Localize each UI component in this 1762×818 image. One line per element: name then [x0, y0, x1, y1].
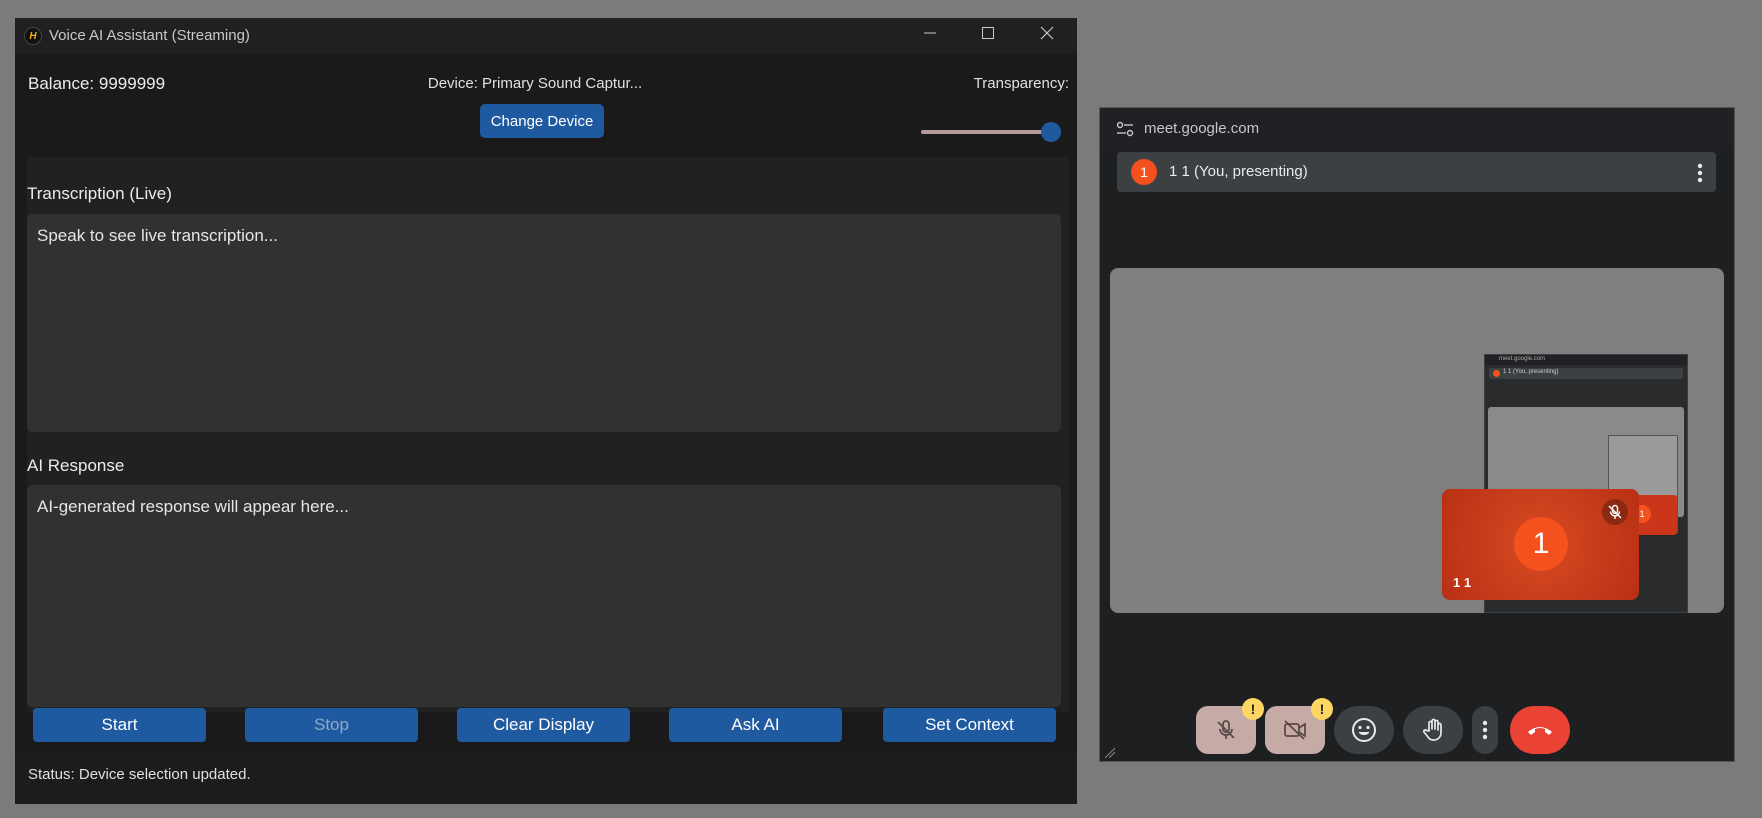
nested-presenting-bar: 1 1 (You, presenting)	[1489, 368, 1683, 379]
app-logo: H	[24, 27, 42, 45]
more-options-button[interactable]	[1472, 706, 1498, 754]
mic-warning-badge: !	[1242, 698, 1264, 720]
content-panel: Transcription (Live) Speak to see live t…	[27, 157, 1069, 712]
close-button[interactable]	[1018, 18, 1076, 54]
presenter-avatar: 1	[1131, 159, 1157, 185]
address-bar: meet.google.com	[1100, 108, 1734, 150]
transcription-textbox[interactable]: Speak to see live transcription...	[27, 214, 1061, 432]
status-bar: Status: Device selection updated.	[15, 752, 1077, 804]
end-call-icon	[1528, 727, 1552, 735]
raise-hand-button[interactable]	[1403, 706, 1463, 754]
self-video-tile[interactable]: 1 1 1	[1442, 489, 1639, 600]
ask-ai-button[interactable]: Ask AI	[669, 708, 842, 742]
mic-off-icon	[1217, 720, 1235, 739]
raise-hand-icon	[1423, 718, 1442, 741]
camera-warning-badge: !	[1311, 698, 1333, 720]
title-bar[interactable]: H Voice AI Assistant (Streaming)	[15, 18, 1077, 54]
close-icon	[1040, 26, 1054, 40]
voice-ai-window: H Voice AI Assistant (Streaming) Balance…	[15, 18, 1077, 804]
meet-toolbar: ! !	[1100, 698, 1734, 758]
maximize-button[interactable]	[959, 18, 1017, 54]
status-text: Status: Device selection updated.	[28, 766, 251, 783]
resize-grip-icon[interactable]	[1104, 747, 1116, 759]
window-title: Voice AI Assistant (Streaming)	[49, 27, 250, 44]
start-button[interactable]: Start	[33, 708, 206, 742]
mic-muted-indicator	[1602, 499, 1628, 525]
stop-button[interactable]: Stop	[245, 708, 418, 742]
transparency-label: Transparency:	[973, 75, 1069, 92]
device-label: Device: Primary Sound Captur...	[427, 75, 643, 92]
slider-track[interactable]	[921, 130, 1061, 134]
maximize-icon	[982, 27, 994, 39]
more-vert-icon	[1697, 163, 1703, 182]
minimize-icon	[924, 32, 936, 34]
more-vert-icon	[1482, 720, 1488, 740]
camera-button[interactable]: !	[1265, 698, 1333, 754]
minimize-button[interactable]	[901, 18, 959, 54]
nested-avatar	[1493, 370, 1500, 377]
end-call-button[interactable]	[1510, 706, 1570, 754]
transparency-slider[interactable]	[921, 122, 1061, 142]
clear-display-button[interactable]: Clear Display	[457, 708, 630, 742]
ai-response-heading: AI Response	[27, 456, 125, 475]
meet-url[interactable]: meet.google.com	[1144, 120, 1259, 137]
emoji-icon	[1352, 718, 1376, 742]
tune-icon[interactable]	[1116, 120, 1134, 138]
balance-label: Balance: 9999999	[28, 74, 166, 93]
presenting-bar: 1 1 1 (You, presenting)	[1117, 152, 1716, 192]
nested-url-text: meet.google.com	[1499, 356, 1546, 362]
self-avatar: 1	[1514, 517, 1568, 571]
change-device-button[interactable]: Change Device	[480, 104, 604, 138]
mic-button[interactable]: !	[1196, 698, 1264, 754]
set-context-button[interactable]: Set Context	[883, 708, 1056, 742]
slider-handle[interactable]	[1041, 122, 1061, 142]
presenter-more-button[interactable]	[1684, 152, 1716, 192]
transcription-heading: Transcription (Live)	[27, 184, 172, 203]
presenter-label: 1 1 (You, presenting)	[1169, 163, 1308, 180]
meet-window: meet.google.com 1 1 1 (You, presenting) …	[1099, 107, 1735, 762]
camera-off-icon	[1284, 720, 1306, 740]
ai-response-textbox[interactable]: AI-generated response will appear here..…	[27, 485, 1061, 707]
nested-address-bar: meet.google.com	[1485, 355, 1687, 365]
self-name: 1 1	[1453, 575, 1472, 590]
emoji-button[interactable]	[1334, 706, 1394, 754]
mic-off-icon	[1608, 504, 1622, 519]
nested-presenter-label: 1 1 (You, presenting)	[1503, 369, 1559, 375]
